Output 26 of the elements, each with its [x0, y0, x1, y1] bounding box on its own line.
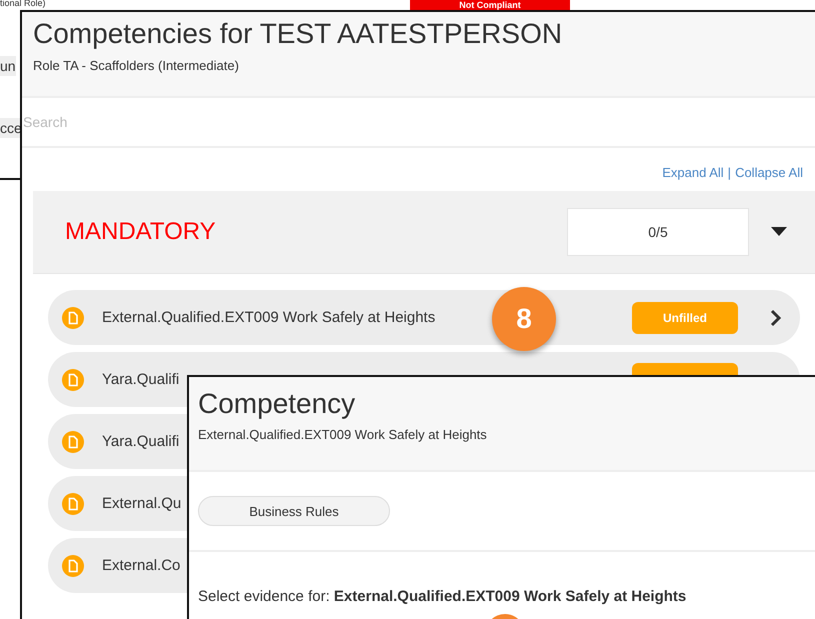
competency-name: External.Co — [102, 557, 180, 574]
competency-name: Yara.Qualifi — [102, 371, 180, 388]
business-rules-button[interactable]: Business Rules — [198, 496, 390, 526]
status-badge: Not Compliant — [410, 0, 570, 10]
competency-name: External.Qualified.EXT009 Work Safely at Heights — [102, 309, 436, 326]
chevron-right-icon[interactable] — [770, 308, 782, 326]
status-badge: Unfilled — [632, 302, 738, 334]
document-icon — [62, 492, 84, 514]
dialog-subtitle: External.Qualified.EXT009 Work Safely at Heights — [198, 427, 488, 442]
collapse-all-link[interactable]: Collapse All — [735, 165, 803, 180]
evidence-prompt: Select evidence for: External.Qualified.EXT009 Work Safely at Heights — [197, 587, 688, 605]
separator: | — [728, 165, 732, 180]
count-box: 0/5 — [567, 208, 749, 256]
caret-icon[interactable] — [771, 227, 787, 237]
list-item: un — [0, 56, 16, 76]
document-icon — [62, 368, 84, 390]
section-title: MANDATORY — [65, 218, 217, 246]
dialog-subtitle: Role TA - Scaffolders (Intermediate) — [33, 58, 240, 73]
competency-name: External.Qu — [102, 495, 182, 512]
dialog-title: Competencies for TEST AATESTPERSON — [33, 17, 564, 51]
document-icon — [62, 554, 84, 576]
dialog-title: Competency — [198, 387, 356, 421]
expand-all-link[interactable]: Expand All — [662, 165, 724, 180]
document-icon — [62, 430, 84, 452]
document-icon — [62, 306, 84, 328]
competency-name: Yara.Qualifi — [102, 433, 180, 450]
